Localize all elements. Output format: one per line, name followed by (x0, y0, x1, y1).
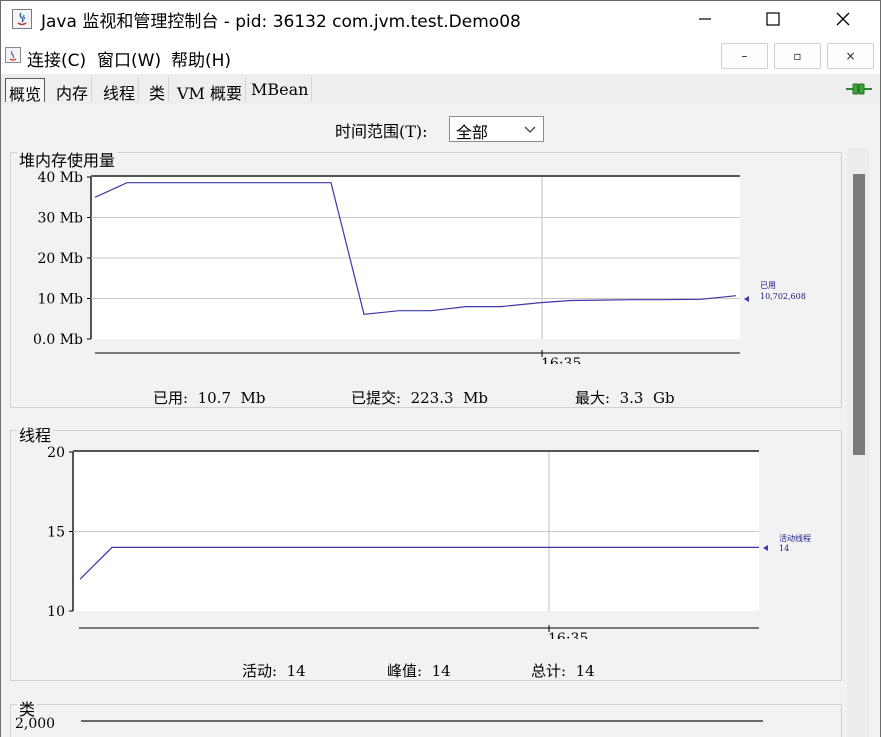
close-button[interactable] (809, 1, 877, 37)
maximize-icon (766, 12, 780, 26)
tab-mbean[interactable]: MBean (248, 78, 313, 102)
time-range-value: 全部 (456, 123, 489, 142)
threads-total-stat: 总计: 14 (531, 662, 595, 680)
threads-x-tick: 16:35 (548, 631, 588, 639)
threads-legend-value: 14 (779, 544, 789, 553)
tab-overview[interactable]: 概览 (5, 78, 46, 104)
chart-y-tick-label: 15 (47, 525, 65, 541)
menu-connection[interactable]: 连接(C) (27, 46, 86, 71)
heap-legend-value: 10,702,608 (760, 292, 806, 301)
chevron-down-icon (524, 126, 536, 133)
menu-window[interactable]: 窗口(W) (97, 46, 161, 71)
threads-live-stat: 活动: 14 (242, 662, 306, 680)
tab-threads[interactable]: 线程 (100, 78, 140, 103)
chart-y-tick-label: 0.0 Mb (33, 332, 83, 348)
scrollbar-thumb[interactable] (853, 174, 865, 455)
menu-bar: 连接(C) 窗口(W) 帮助(H) – ▫ × (0, 36, 881, 74)
heap-x-tick: 16:35 (541, 356, 581, 364)
window-title: Java 监视和管理控制台 - pid: 36132 com.jvm.test.… (41, 12, 521, 32)
tab-vm-summary[interactable]: VM 概要 (174, 78, 247, 103)
mdi-restore-button[interactable]: ▫ (774, 43, 821, 69)
menu-help[interactable]: 帮助(H) (171, 46, 231, 71)
classes-chart-top-border (81, 720, 763, 722)
mdi-close-button[interactable]: × (827, 43, 874, 69)
maximize-button[interactable] (739, 1, 807, 37)
threads-peak-stat: 峰值: 14 (387, 662, 451, 680)
mdi-minimize-button[interactable]: – (721, 43, 768, 69)
minimize-icon (699, 18, 711, 20)
chart-y-tick-label: 30 Mb (37, 211, 83, 227)
java-doc-icon (5, 47, 21, 63)
threads-chart: 10 15 20 活动线程 14 16:35 (47, 445, 811, 639)
tab-classes[interactable]: 类 (146, 78, 170, 103)
chart-y-tick-label: 10 Mb (37, 292, 83, 308)
heap-chart: 0.0 Mb 10 Mb 20 Mb 30 Mb 40 Mb 已用 10,702,608… (33, 170, 806, 364)
close-icon (836, 12, 850, 26)
minimize-button[interactable] (671, 1, 739, 37)
title-bar: Java 监视和管理控制台 - pid: 36132 com.jvm.test.… (0, 0, 881, 36)
overview-content: 时间范围(T): 全部 堆内存使用量 0.0 Mb 10 Mb 20 Mb 30 Mb… (0, 104, 881, 737)
tab-memory[interactable]: 内存 (53, 78, 93, 103)
connection-status-icon (846, 81, 872, 100)
chart-y-tick-label: 10 (47, 604, 65, 620)
heap-legend-marker (744, 296, 749, 302)
heap-max-stat: 最大: 3.3 Gb (575, 389, 675, 407)
time-range-label: 时间范围(T): (335, 122, 428, 141)
chart-y-tick-label: 20 (47, 445, 65, 461)
chart-y-tick-label: 40 Mb (37, 170, 83, 186)
threads-legend-marker (763, 545, 768, 551)
heap-legend-name: 已用 (760, 281, 776, 290)
tab-bar: 概览 内存 线程 类 VM 概要 MBean (0, 74, 881, 104)
java-app-icon (12, 9, 32, 29)
classes-y-tick: 2,000 (15, 716, 56, 732)
time-range-select[interactable]: 全部 (449, 116, 544, 142)
chart-y-tick-label: 20 Mb (37, 251, 83, 267)
heap-committed-stat: 已提交: 223.3 Mb (351, 389, 489, 407)
heap-used-stat: 已用: 10.7 Mb (153, 389, 266, 407)
threads-legend-name: 活动线程 (779, 533, 811, 543)
